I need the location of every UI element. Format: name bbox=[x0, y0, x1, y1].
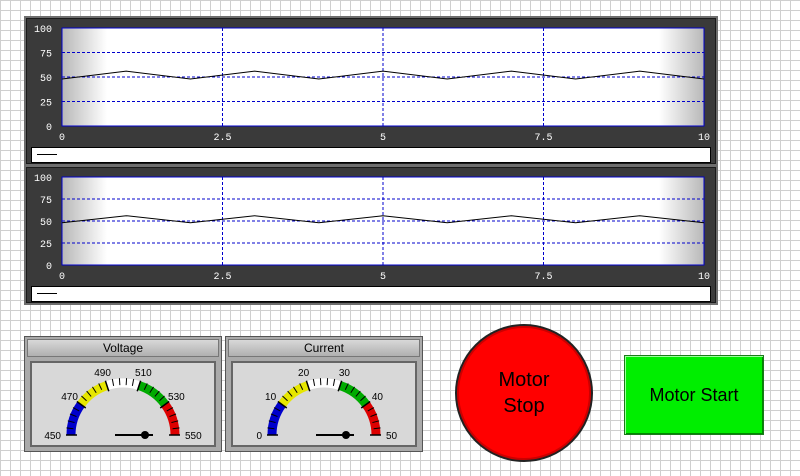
gauge-scale-label: 30 bbox=[339, 368, 351, 379]
current-gauge-dial: 0 10 20 30 40 50 bbox=[231, 361, 417, 447]
y-tick-label: 0 bbox=[46, 123, 52, 134]
gauge-scale-label: 40 bbox=[372, 392, 384, 403]
gauge-scale-label: 490 bbox=[94, 368, 111, 379]
legend-line bbox=[37, 293, 57, 294]
legend-line bbox=[37, 154, 57, 155]
voltage-gauge-title: Voltage bbox=[27, 339, 219, 357]
x-tick-label: 5 bbox=[380, 272, 386, 283]
gauge-needle-tip bbox=[342, 431, 350, 439]
motor-start-button[interactable]: Motor Start bbox=[624, 355, 764, 435]
trend-chart-1-legend bbox=[31, 147, 711, 163]
x-tick-label: 7.5 bbox=[534, 133, 552, 144]
x-tick-label: 10 bbox=[698, 272, 710, 283]
gauge-scale-label: 20 bbox=[298, 368, 310, 379]
gauge-scale-label: 470 bbox=[61, 392, 78, 403]
y-tick-label: 25 bbox=[40, 240, 52, 251]
motor-stop-button[interactable]: Motor Stop bbox=[455, 324, 593, 462]
gauge-scale-label: 550 bbox=[185, 431, 202, 442]
gauge-scale-label: 50 bbox=[386, 431, 398, 442]
gauge-band bbox=[105, 378, 141, 390]
x-tick-label: 7.5 bbox=[534, 272, 552, 283]
y-tick-label: 100 bbox=[34, 174, 52, 185]
y-tick-label: 50 bbox=[40, 218, 52, 229]
trend-chart-2-plot: 0 25 50 75 100 0 2.5 5 7.5 10 bbox=[34, 174, 710, 283]
x-tick-label: 2.5 bbox=[213, 133, 231, 144]
y-tick-label: 50 bbox=[40, 74, 52, 85]
gauge-scale-label: 0 bbox=[256, 431, 262, 442]
x-tick-label: 10 bbox=[698, 133, 710, 144]
x-tick-label: 0 bbox=[59, 272, 65, 283]
gauge-needle-tip bbox=[141, 431, 149, 439]
voltage-gauge: Voltage 450 470 490 510 530 550 bbox=[24, 336, 222, 452]
trend-chart-1-plot: 0 25 50 75 100 0 2.5 5 7.5 10 bbox=[34, 25, 710, 144]
trend-chart-1: 0 25 50 75 100 0 2.5 5 7.5 10 bbox=[24, 16, 718, 166]
gauge-band bbox=[306, 378, 342, 390]
current-gauge-title: Current bbox=[228, 339, 420, 357]
trend-chart-2: 0 25 50 75 100 0 2.5 5 7.5 10 bbox=[24, 165, 718, 305]
y-tick-label: 75 bbox=[40, 50, 52, 61]
y-tick-label: 25 bbox=[40, 99, 52, 110]
gauge-scale-label: 510 bbox=[135, 368, 152, 379]
voltage-gauge-dial: 450 470 490 510 530 550 bbox=[30, 361, 216, 447]
trend-chart-2-legend bbox=[31, 286, 711, 302]
y-tick-label: 100 bbox=[34, 25, 52, 36]
x-tick-label: 0 bbox=[59, 133, 65, 144]
gauge-scale-label: 450 bbox=[44, 431, 61, 442]
y-tick-label: 75 bbox=[40, 196, 52, 207]
gauge-scale-label: 10 bbox=[265, 392, 277, 403]
gauge-scale-label: 530 bbox=[168, 392, 185, 403]
x-tick-label: 5 bbox=[380, 133, 386, 144]
current-gauge: Current 0 10 20 30 40 50 bbox=[225, 336, 423, 452]
y-tick-label: 0 bbox=[46, 262, 52, 273]
x-tick-label: 2.5 bbox=[213, 272, 231, 283]
